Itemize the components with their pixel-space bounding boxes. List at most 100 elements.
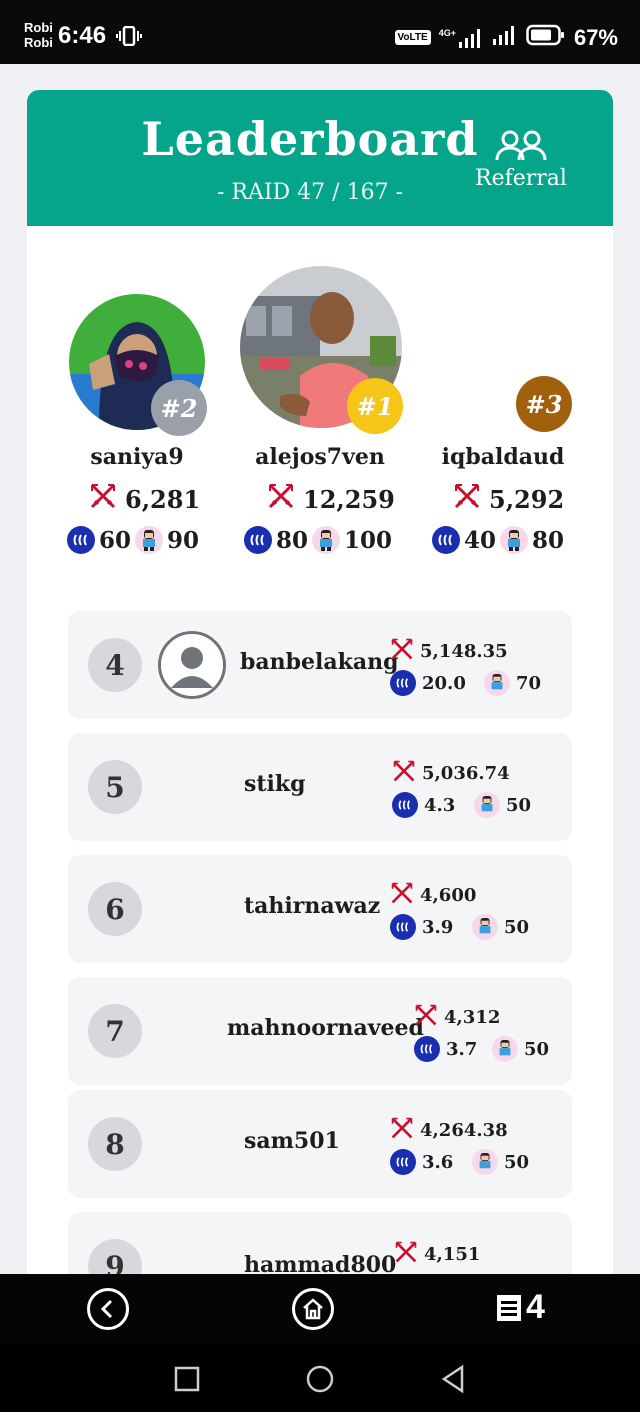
leaderboard-row[interactable]: 8 sam501 4,264.38 3.6 50 [68,1090,572,1198]
row-rank: 4 [88,638,142,692]
row-stats: 5,148.35 20.0 70 [390,637,570,696]
steem-value: 40 [464,526,497,554]
steem-logo-icon [67,526,95,554]
score-value: 12,259 [303,484,395,514]
mascot-icon [484,670,510,696]
default-avatar-icon [158,631,226,699]
circle-icon [306,1365,334,1393]
crossed-swords-icon [390,881,414,910]
tabs-icon [497,1294,521,1321]
rank-badge-1: #1 [347,378,403,434]
carrier-1: Robi [24,20,53,35]
row-stats: 4,312 3.7 50 [414,1003,594,1062]
carrier-labels: Robi Robi [24,20,53,50]
square-icon [174,1366,200,1392]
leaderboard-row[interactable]: 5 stikg 5,036.74 4.3 50 [68,733,572,841]
row-mascot: 50 [504,916,530,938]
crossed-swords-icon [390,637,414,666]
crossed-swords-icon [390,1116,414,1145]
row-username[interactable]: mahnoornaveed [227,1015,424,1041]
mascot-icon [500,526,529,554]
mascot-value: 80 [532,526,565,554]
crossed-swords-icon [267,482,295,516]
leaderboard-header: Leaderboard - RAID 47 / 167 - Referral [27,90,613,226]
leaderboard-row[interactable]: 6 tahirnawaz 4,600 3.9 50 [68,855,572,963]
crossed-swords-icon [392,759,416,788]
row-mascot: 70 [516,672,542,694]
status-icons: VoLTE 4G+ 67% [394,24,618,51]
row-stats: 5,036.74 4.3 50 [392,759,572,818]
row-score: 4,151 [424,1244,481,1265]
steem-logo-icon [390,670,416,696]
podium-score-1: 12,259 [267,482,395,516]
back-button[interactable] [87,1288,129,1330]
row-score: 4,600 [420,885,477,906]
podium-coins-1: 80 100 [244,526,392,554]
system-back-button[interactable] [440,1364,466,1398]
steem-logo-icon [432,526,460,554]
recents-button[interactable] [174,1366,200,1396]
carrier-2: Robi [24,35,53,50]
row-steem: 3.7 [446,1038,478,1060]
row-mascot: 50 [506,794,532,816]
leaderboard-card: Leaderboard - RAID 47 / 167 - Referral #… [27,90,613,1290]
steem-logo-icon [244,526,272,554]
users-icon [494,130,548,166]
rank-badge-2: #2 [151,380,207,436]
score-value: 5,292 [489,484,565,514]
steem-logo-icon [390,914,416,940]
podium-name-1[interactable]: alejos7ven [235,444,405,470]
row-stats: 4,151 [394,1240,574,1269]
system-home-button[interactable] [305,1364,335,1398]
podium-name-2[interactable]: saniya9 [52,444,222,470]
leaderboard-row[interactable]: 7 mahnoornaveed 4,312 3.7 50 [68,977,572,1085]
row-steem: 3.6 [422,1151,454,1173]
row-score: 5,036.74 [422,763,510,784]
mascot-icon [135,526,164,554]
tabs-button[interactable]: 4 [496,1288,545,1327]
row-username[interactable]: stikg [244,771,306,797]
mascot-icon [492,1036,518,1062]
row-rank: 5 [88,760,142,814]
score-value: 6,281 [125,484,201,514]
network-type: 4G+ [438,27,456,38]
crossed-swords-icon [394,1240,418,1269]
row-username[interactable]: tahirnawaz [244,893,380,919]
podium-name-3[interactable]: iqbaldaud [418,444,588,470]
system-nav-bar [0,1344,640,1412]
signal-4g-icon: 4G+ [439,28,484,48]
crossed-swords-icon [89,482,117,516]
rank-badge-3: #3 [516,376,572,432]
crossed-swords-icon [414,1003,438,1032]
podium-coins-3: 40 80 [432,526,564,554]
row-rank: 6 [88,882,142,936]
row-stats: 4,264.38 3.6 50 [390,1116,570,1175]
referral-button[interactable]: Referral [473,128,569,191]
mascot-value: 100 [344,526,393,554]
mascot-icon [472,1149,498,1175]
clock: 6:46 [58,22,107,49]
row-rank: 8 [88,1117,142,1171]
mascot-value: 90 [167,526,200,554]
steem-logo-icon [414,1036,440,1062]
row-username[interactable]: banbelakang [240,649,399,675]
row-steem: 20.0 [422,672,466,694]
row-score: 4,312 [444,1007,501,1028]
tabs-count: 4 [526,1288,545,1326]
steem-logo-icon [390,1149,416,1175]
row-steem: 3.9 [422,916,454,938]
leaderboard-row[interactable]: 4 banbelakang 5,148.35 20.0 70 [68,611,572,719]
chevron-left-icon [100,1299,113,1319]
mascot-icon [474,792,500,818]
row-mascot: 50 [524,1038,550,1060]
triangle-back-icon [441,1364,464,1394]
mascot-icon [472,914,498,940]
vibrate-icon [116,25,142,50]
mascot-icon [312,526,341,554]
battery-percent: 67% [573,24,618,50]
home-button[interactable] [292,1288,334,1330]
app-bottom-nav: 4 [0,1274,640,1344]
signal-icon [492,25,518,50]
home-icon [303,1298,323,1320]
row-username[interactable]: sam501 [244,1128,340,1154]
